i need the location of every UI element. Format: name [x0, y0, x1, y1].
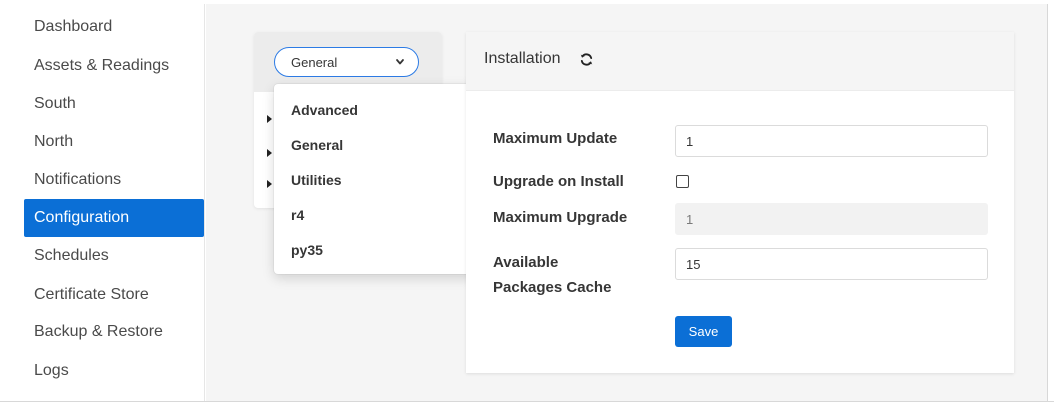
sidebar-item-dashboard[interactable]: Dashboard [24, 8, 204, 46]
maximum-update-input[interactable] [675, 125, 988, 157]
sidebar-item-north[interactable]: North [24, 123, 204, 161]
available-packages-cache-label-line2: Packages Cache [493, 279, 612, 296]
category-select-value: General [291, 55, 338, 70]
maximum-update-label: Maximum Update [493, 130, 618, 147]
bottom-border [0, 401, 1054, 402]
card-header: Installation [466, 32, 1014, 91]
sidebar-item-assets-readings[interactable]: Assets & Readings [24, 47, 204, 85]
dropdown-option-r4[interactable]: r4 [291, 207, 304, 223]
sidebar-item-backup-restore[interactable]: Backup & Restore [24, 313, 204, 351]
chevron-down-icon [396, 59, 404, 65]
tree-expand-icon[interactable] [267, 115, 272, 123]
tree-expand-icon[interactable] [267, 149, 272, 157]
upgrade-on-install-label: Upgrade on Install [493, 173, 624, 190]
maximum-upgrade-input[interactable] [675, 203, 988, 235]
dropdown-option-advanced[interactable]: Advanced [291, 102, 358, 118]
dropdown-option-utilities[interactable]: Utilities [291, 172, 342, 188]
main-border [1047, 4, 1048, 402]
sidebar-item-configuration[interactable]: Configuration [24, 199, 204, 237]
tree-expand-icon[interactable] [267, 180, 272, 188]
dropdown-option-py35[interactable]: py35 [291, 242, 323, 258]
sidebar-item-schedules[interactable]: Schedules [24, 237, 204, 275]
sidebar-item-south[interactable]: South [24, 85, 204, 123]
sidebar-item-logs[interactable]: Logs [24, 352, 204, 390]
category-select[interactable]: General [274, 47, 419, 77]
category-dropdown-menu: Advanced General Utilities r4 py35 [274, 84, 478, 274]
refresh-icon[interactable] [579, 52, 594, 67]
upgrade-on-install-checkbox[interactable] [676, 175, 689, 188]
dropdown-option-general[interactable]: General [291, 137, 343, 153]
save-button[interactable]: Save [675, 316, 732, 347]
sidebar-item-notifications[interactable]: Notifications [24, 161, 204, 199]
sidebar-item-certificate-store[interactable]: Certificate Store [24, 276, 204, 314]
card-title: Installation [484, 50, 561, 67]
available-packages-cache-input[interactable] [675, 248, 988, 280]
maximum-upgrade-label: Maximum Upgrade [493, 209, 628, 226]
available-packages-cache-label-line1: Available [493, 254, 559, 271]
